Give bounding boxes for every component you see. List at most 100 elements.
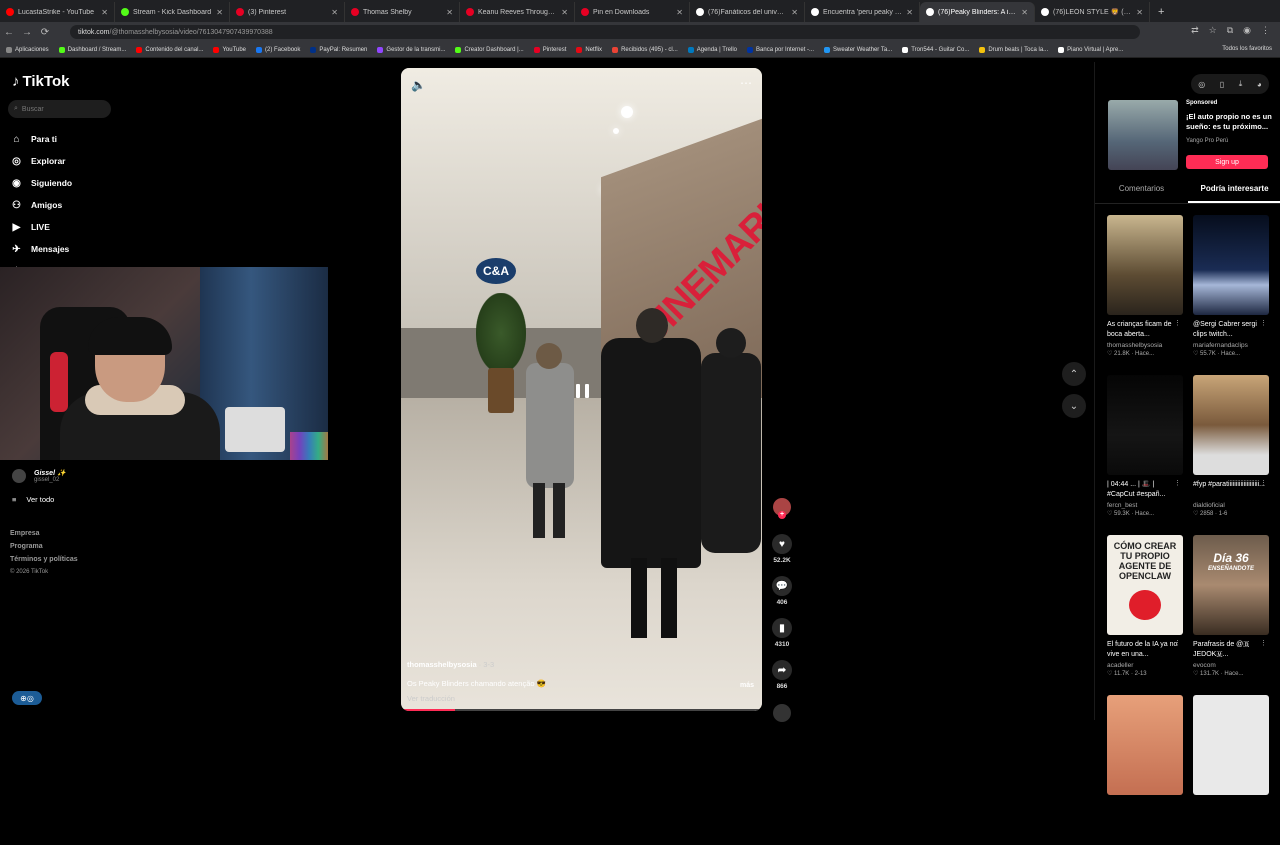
browser-tab[interactable]: LucastaStrike - YouTube ✕ <box>0 2 115 22</box>
close-tab-icon[interactable]: ✕ <box>906 8 913 17</box>
browser-tab[interactable]: Encuentra 'peru peaky blinde ✕ <box>805 2 920 22</box>
browser-tab[interactable]: Keanu Reeves Through the Ye ✕ <box>460 2 575 22</box>
close-tab-icon[interactable]: ✕ <box>101 8 108 17</box>
close-tab-icon[interactable]: ✕ <box>1021 8 1028 17</box>
tiktok-logo[interactable]: ♪ TikTok <box>12 73 69 90</box>
recommended-video-card[interactable] <box>1193 695 1269 845</box>
ad-signup-button[interactable]: Sign up <box>1186 155 1268 169</box>
bookmark-item[interactable]: (2) Facebook <box>256 46 300 53</box>
sidebar-item-para-ti[interactable]: ⌂ Para ti <box>10 128 72 150</box>
download-icon[interactable]: ⤓ <box>1239 79 1243 89</box>
bookmark-item[interactable]: Gestor de la transmi... <box>377 46 445 53</box>
footer-link-terms[interactable]: Términos y políticas <box>10 553 78 566</box>
see-translation-link[interactable]: Ver traducción <box>407 694 757 703</box>
video-author[interactable]: thomasshelbysosia <box>407 660 477 669</box>
recommended-video-card[interactable] <box>1107 695 1183 845</box>
comment-icon[interactable]: 💬 <box>772 576 792 596</box>
tab-may-interest[interactable]: Podría interesarte <box>1188 184 1280 203</box>
sidebar-item-siguiendo[interactable]: ◉ Siguiendo <box>10 172 72 194</box>
bookmark-item[interactable]: Tron544 - Guitar Co... <box>902 46 969 53</box>
browser-tab[interactable]: (76)Fanáticos del universo de ✕ <box>690 2 805 22</box>
footer-link-company[interactable]: Empresa <box>10 527 78 540</box>
browser-tab[interactable]: Pin en Downloads ✕ <box>575 2 690 22</box>
forward-icon[interactable]: → <box>18 27 36 38</box>
all-bookmarks-link[interactable]: Todos los favoritos <box>1222 46 1272 52</box>
recommended-video-card[interactable]: CÓMO CREAR TU PROPIO AGENTE DE OPENCLAW E… <box>1107 535 1183 685</box>
footer-link-program[interactable]: Programa <box>10 540 78 553</box>
recommended-video-card[interactable]: #fyp #paratiiiiiiiiiiiiiiiiiiii... dialdi… <box>1193 375 1269 525</box>
volume-icon[interactable]: 🔈 <box>411 78 426 92</box>
sound-disc-icon[interactable] <box>773 704 791 722</box>
back-icon[interactable]: ← <box>0 27 18 38</box>
sidebar-item-live[interactable]: ▶ LIVE <box>10 216 72 238</box>
browser-tab[interactable]: (3) Pinterest ✕ <box>230 2 345 22</box>
compass-icon[interactable]: ◎ <box>1198 80 1205 89</box>
card-more-icon[interactable]: ⋮ <box>1260 319 1267 327</box>
menu-icon[interactable]: ⋮ <box>1261 25 1270 36</box>
next-video-icon[interactable]: ⌄ <box>1062 394 1086 418</box>
user-avatar-icon[interactable]: ◕ <box>1257 80 1262 89</box>
card-more-icon[interactable]: ⋮ <box>1260 639 1267 647</box>
bookmark-item[interactable]: Pinterest <box>533 46 566 53</box>
new-tab-icon[interactable]: + <box>1150 2 1172 22</box>
phone-icon[interactable]: ▯ <box>1220 80 1224 89</box>
card-more-icon[interactable]: ⋮ <box>1174 319 1181 327</box>
bookmark-item[interactable]: Drum beats | Toca la... <box>979 46 1048 53</box>
browser-tab[interactable]: (76)Peaky Blinders: A influ ✕ <box>920 2 1035 22</box>
card-more-icon[interactable]: ⋮ <box>1174 479 1181 487</box>
tab-comments[interactable]: Comentarios <box>1095 184 1188 203</box>
see-all-link[interactable]: ≡ Ver todo <box>12 495 54 504</box>
sidebar-item-mensajes[interactable]: ✈ Mensajes <box>10 238 72 260</box>
share-icon[interactable]: ➦ <box>772 660 792 680</box>
bookmark-item[interactable]: Piano Virtual | Apre... <box>1058 46 1123 53</box>
bookmark-star-icon[interactable]: ☆ <box>1209 25 1217 36</box>
search-input[interactable]: ⌕ Buscar <box>8 100 111 118</box>
sponsored-ad[interactable]: Sponsored ¡El auto propio no es un sueño… <box>1108 100 1278 172</box>
extensions-icon[interactable]: ⧉ <box>1227 25 1233 36</box>
bookmark-item[interactable]: Aplicaciones <box>6 46 49 53</box>
browser-tab[interactable]: Stream - Kick Dashboard ✕ <box>115 2 230 22</box>
bookmark-item[interactable]: Dashboard / Stream... <box>58 46 126 53</box>
browser-tab[interactable]: (76)LEÓN STYLE 🦁 (@leo ✕ <box>1035 2 1150 22</box>
url-field[interactable]: tiktok.com/@thomasshelbysosia/video/7613… <box>70 25 1140 39</box>
card-more-icon[interactable]: ⋮ <box>1260 479 1267 487</box>
card-more-icon[interactable]: ⋮ <box>1174 639 1181 647</box>
bookmark-item[interactable]: Agenda | Trello <box>687 46 737 53</box>
close-tab-icon[interactable]: ✕ <box>216 8 223 17</box>
following-account[interactable]: Gissel ✨ gissel_02 <box>12 468 66 484</box>
bookmark-item[interactable]: Contenido del canal... <box>136 46 203 53</box>
recommended-video-card[interactable]: | 04:44 ... | 🎩 | #CapCut #españ... fercn… <box>1107 375 1183 525</box>
bookmark-item[interactable]: YouTube <box>213 46 246 53</box>
video-player[interactable]: CINEMARK C&A 🔈 ⋯ thomasshelbysosia · 3-3… <box>401 68 762 711</box>
close-tab-icon[interactable]: ✕ <box>676 8 683 17</box>
bookmark-item[interactable]: Creator Dashboard |... <box>455 46 524 53</box>
recommended-video-card[interactable]: As crianças ficam de boca aberta... thoma… <box>1107 215 1183 365</box>
bookmark-item[interactable]: Netflix <box>576 46 602 53</box>
get-app-icon[interactable]: ⊕◎ <box>12 691 42 705</box>
reload-icon[interactable]: ⟳ <box>36 27 54 38</box>
close-tab-icon[interactable]: ✕ <box>1136 8 1143 17</box>
author-avatar[interactable] <box>773 498 791 519</box>
video-progress-bar[interactable] <box>401 709 762 711</box>
translate-icon[interactable]: ⇄ <box>1191 25 1199 36</box>
close-tab-icon[interactable]: ✕ <box>791 8 798 17</box>
bookmark-item[interactable]: PayPal: Resumen <box>310 46 367 53</box>
bookmark-icon[interactable]: ▮ <box>772 618 792 638</box>
recommended-video-card[interactable]: @Sergi Cabrer sergi clips twitch... maria… <box>1193 215 1269 365</box>
close-tab-icon[interactable]: ✕ <box>446 8 453 17</box>
bookmark-item[interactable]: Recibidos (495) - cl... <box>612 46 678 53</box>
more-options-icon[interactable]: ⋯ <box>740 76 752 90</box>
caption-more-link[interactable]: más <box>740 682 754 689</box>
browser-tab[interactable]: Thomas Shelby ✕ <box>345 2 460 22</box>
like-icon[interactable]: ♥ <box>772 534 792 554</box>
sidebar-item-amigos[interactable]: ⚇ Amigos <box>10 194 72 216</box>
recommended-video-card[interactable]: Día 36 ENSEÑANDOTE Parafrasis de @🇧 JEDOK🇲… <box>1193 535 1269 685</box>
profile-icon[interactable]: ◉ <box>1243 25 1251 36</box>
close-tab-icon[interactable]: ✕ <box>561 8 568 17</box>
bookmark-item[interactable]: Banca por Internet -... <box>747 46 814 53</box>
pause-icon[interactable] <box>569 378 595 404</box>
previous-video-icon[interactable]: ⌃ <box>1062 362 1086 386</box>
close-tab-icon[interactable]: ✕ <box>331 8 338 17</box>
bookmark-item[interactable]: Sweater Weather Ta... <box>824 46 892 53</box>
sidebar-item-explorar[interactable]: ◎ Explorar <box>10 150 72 172</box>
